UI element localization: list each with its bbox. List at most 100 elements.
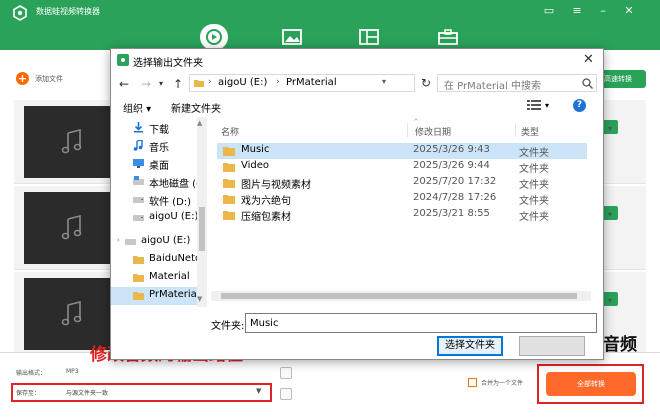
file-thumbnail xyxy=(24,192,120,264)
image-icon[interactable] xyxy=(281,28,303,46)
merge-checkbox[interactable] xyxy=(468,378,477,387)
file-name: Video xyxy=(241,160,270,171)
command-bar: 组织 ▾ 新建文件夹 ▾ ? xyxy=(111,95,603,117)
output-format-select[interactable]: MP3 xyxy=(66,368,79,375)
column-header-name[interactable]: 名称 xyxy=(221,125,239,138)
chevron-down-icon[interactable]: ▾ xyxy=(608,124,612,133)
breadcrumb-separator: › xyxy=(276,77,280,87)
app-logo-icon xyxy=(117,54,129,66)
folder-icon xyxy=(223,147,235,156)
nav-item-label: 下载 xyxy=(149,125,169,136)
music-note-icon xyxy=(61,301,82,326)
add-file-button[interactable]: + 添加文件 xyxy=(16,72,63,85)
convert-all-button[interactable]: 全部转换 xyxy=(546,372,636,396)
plus-icon: + xyxy=(16,72,29,85)
chevron-down-icon[interactable]: ▾ xyxy=(608,296,612,305)
settings-icon[interactable] xyxy=(280,367,292,379)
file-date: 2024/7/28 17:26 xyxy=(413,192,497,203)
column-separator[interactable] xyxy=(515,123,516,137)
chevron-down-icon[interactable]: ▾ xyxy=(545,101,549,110)
file-row-video[interactable]: Video 2025/3/26 9:44 文件夹 xyxy=(217,159,587,175)
file-row-media-assets[interactable]: 图片与视频素材 2025/7/20 17:32 文件夹 xyxy=(217,175,587,191)
search-input[interactable]: 在 PrMaterial 中搜索 xyxy=(437,74,597,92)
horizontal-scrollbar[interactable] xyxy=(211,291,591,301)
file-type: 文件夹 xyxy=(519,164,549,175)
column-separator[interactable] xyxy=(407,123,408,137)
nav-item-aigou-root[interactable]: › aigoU (E:) xyxy=(111,233,207,251)
address-bar-row: ← → ▾ ↑ › aigoU (E:) › PrMaterial ▾ ↻ 在 … xyxy=(111,71,603,95)
chevron-down-icon[interactable]: ▼ xyxy=(256,387,261,395)
help-icon[interactable]: ? xyxy=(573,99,586,112)
column-header-modified[interactable]: 修改日期 xyxy=(415,125,451,138)
nav-item-material[interactable]: Material xyxy=(111,269,207,287)
folder-open-icon[interactable] xyxy=(280,388,292,400)
nav-item-label: aigoU (E:) xyxy=(149,211,199,222)
nav-item-label: 音乐 xyxy=(149,143,169,154)
usb-drive-icon xyxy=(133,215,144,221)
dialog-title: 选择输出文件夹 xyxy=(133,58,203,69)
cancel-button[interactable] xyxy=(519,336,585,356)
chevron-down-icon[interactable]: ▾ xyxy=(159,79,163,88)
back-arrow-icon[interactable]: ← xyxy=(119,77,129,91)
music-note-icon xyxy=(61,215,82,240)
toolbox-icon[interactable] xyxy=(437,28,459,46)
minimize-icon[interactable]: – xyxy=(596,4,610,18)
nav-item-label: 软件 (D:) xyxy=(149,197,192,208)
up-arrow-icon[interactable]: ↑ xyxy=(173,77,183,91)
nav-item-label: 本地磁盘 (C xyxy=(149,179,204,190)
nav-item-music[interactable]: 音乐 xyxy=(111,137,207,155)
organize-menu[interactable]: 组织 ▾ xyxy=(123,100,151,115)
nav-item-prmaterial[interactable]: PrMaterial xyxy=(111,287,207,305)
save-to-label: 保存至： xyxy=(16,390,41,397)
refresh-icon[interactable]: ↻ xyxy=(419,74,433,92)
desktop-icon xyxy=(133,159,144,168)
scroll-up-icon[interactable]: ▲ xyxy=(197,119,202,127)
column-header-type[interactable]: 类型 xyxy=(521,125,539,138)
nav-item-software-drive[interactable]: 软件 (D:) xyxy=(111,191,207,209)
file-list: ^ 名称 修改日期 类型 Music 2025/3/26 9:43 文件夹 Vi… xyxy=(211,117,603,307)
chevron-down-icon[interactable]: ▾ xyxy=(608,210,612,219)
video-convert-icon[interactable] xyxy=(203,28,225,46)
nav-scrollbar-thumb[interactable] xyxy=(199,207,205,251)
horizontal-scrollbar-thumb[interactable] xyxy=(221,293,577,299)
menu-icon[interactable]: ≡ xyxy=(570,4,584,18)
output-format-label: 输出格式： xyxy=(16,370,47,377)
folder-name-input[interactable] xyxy=(245,313,597,333)
file-row-poem[interactable]: 戏为六绝句 2024/7/28 17:26 文件夹 xyxy=(217,191,587,207)
download-icon xyxy=(134,122,143,133)
select-folder-button[interactable]: 选择文件夹 xyxy=(437,336,503,356)
navigation-pane: 下载 音乐 桌面 本地磁盘 (C 软件 (D:) aigoU (E:) › ai… xyxy=(111,117,207,307)
nav-item-downloads[interactable]: 下载 xyxy=(111,119,207,137)
chevron-down-icon[interactable]: ▾ xyxy=(382,77,386,86)
close-icon[interactable]: ✕ xyxy=(622,4,636,18)
forward-arrow-icon[interactable]: → xyxy=(141,77,151,91)
folder-icon xyxy=(223,195,235,204)
nav-item-aigou-drive[interactable]: aigoU (E:) xyxy=(111,209,207,227)
chat-icon[interactable]: ▭ xyxy=(542,4,556,18)
nav-item-label: BaiduNetd xyxy=(149,253,202,264)
breadcrumb-folder[interactable]: PrMaterial xyxy=(286,77,337,88)
nav-item-local-disk[interactable]: 本地磁盘 (C xyxy=(111,173,207,191)
address-bar[interactable]: › aigoU (E:) › PrMaterial ▾ xyxy=(189,74,415,92)
layout-icon[interactable] xyxy=(358,28,380,46)
file-row-archives[interactable]: 压缩包素材 2025/3/21 8:55 文件夹 xyxy=(217,207,587,223)
dialog-titlebar: 选择输出文件夹 ✕ xyxy=(111,49,603,71)
file-name: 图片与视频素材 xyxy=(241,180,311,191)
folder-field-label: 文件夹: xyxy=(211,321,245,332)
view-options-icon[interactable] xyxy=(527,99,541,111)
nav-item-desktop[interactable]: 桌面 xyxy=(111,155,207,173)
scroll-down-icon[interactable]: ▼ xyxy=(197,295,202,303)
merge-label: 合并为一个文件 xyxy=(481,380,524,387)
search-placeholder: 在 PrMaterial 中搜索 xyxy=(444,81,541,92)
file-row-music[interactable]: Music 2025/3/26 9:43 文件夹 xyxy=(217,143,587,159)
new-folder-button[interactable]: 新建文件夹 xyxy=(171,100,221,115)
nav-item-baidunetdisk[interactable]: BaiduNetd xyxy=(111,251,207,269)
search-icon xyxy=(582,78,593,89)
folder-icon xyxy=(223,163,235,172)
add-file-label: 添加文件 xyxy=(35,74,63,83)
folder-icon xyxy=(133,292,144,300)
save-to-select[interactable]: 与源文件夹一致 xyxy=(66,388,108,397)
breadcrumb-drive[interactable]: aigoU (E:) xyxy=(218,77,267,88)
chevron-right-icon[interactable]: › xyxy=(117,236,120,244)
close-icon[interactable]: ✕ xyxy=(583,52,594,67)
